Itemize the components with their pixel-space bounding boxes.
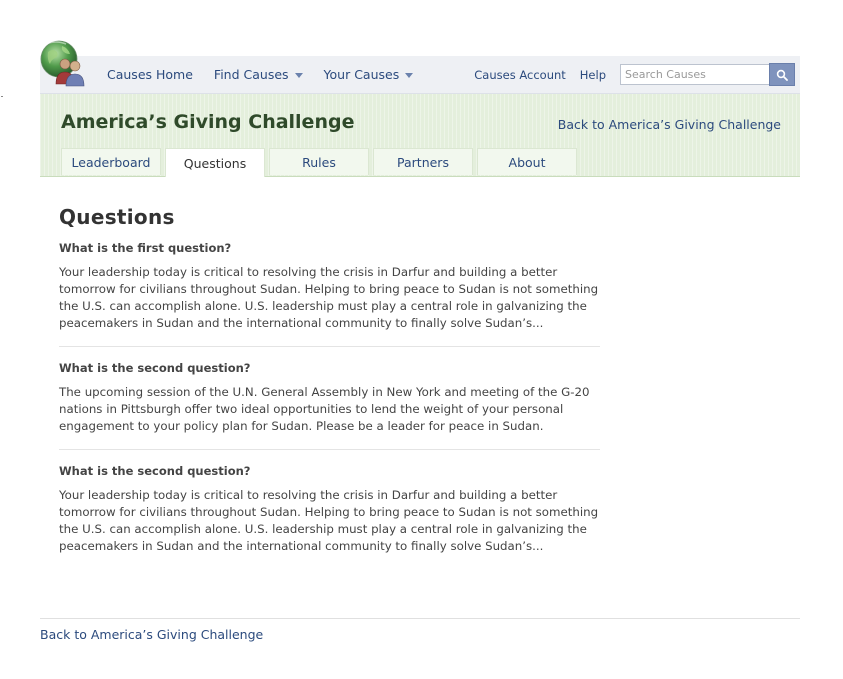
back-to-challenge-link[interactable]: Back to America’s Giving Challenge [558, 117, 781, 132]
footer-divider [40, 618, 800, 619]
question-item: What is the second question? The upcomin… [59, 361, 600, 450]
footer-back-link[interactable]: Back to America’s Giving Challenge [40, 627, 263, 642]
nav-causes-home-label: Causes Home [107, 67, 193, 82]
search-box [620, 63, 795, 86]
secondary-nav: Causes Account Help [474, 56, 800, 93]
search-input[interactable] [620, 64, 769, 85]
answer-text: Your leadership today is critical to res… [59, 265, 599, 330]
question-text: What is the first question? [59, 241, 232, 255]
page-title: Questions [59, 205, 175, 229]
challenge-tabs: Leaderboard Questions Rules Partners Abo… [61, 148, 581, 177]
nav-find-causes-label: Find Causes [213, 67, 289, 82]
primary-nav: Causes Home Find Causes Your Causes [107, 56, 434, 93]
causes-account-link[interactable]: Causes Account [474, 68, 566, 82]
tab-rules[interactable]: Rules [269, 148, 369, 175]
chevron-down-icon [405, 73, 414, 78]
tab-partners[interactable]: Partners [373, 148, 473, 175]
chevron-down-icon [294, 73, 303, 78]
nav-your-causes[interactable]: Your Causes [324, 67, 414, 82]
tab-leaderboard[interactable]: Leaderboard [61, 148, 161, 175]
top-navigation-bar: Causes Home Find Causes Your Causes Caus… [40, 56, 800, 94]
question-item: What is the first question? Your leaders… [59, 241, 600, 347]
answer-text: Your leadership today is critical to res… [59, 488, 599, 553]
nav-your-causes-label: Your Causes [323, 67, 400, 82]
question-text: What is the second question? [59, 464, 251, 478]
question-text: What is the second question? [59, 361, 251, 375]
tab-about[interactable]: About [477, 148, 577, 175]
challenge-header: America’s Giving Challenge Back to Ameri… [40, 94, 800, 177]
question-item: What is the second question? Your leader… [59, 464, 600, 569]
answer-text: The upcoming session of the U.N. General… [59, 385, 590, 433]
questions-content: Questions What is the first question? Yo… [59, 205, 600, 583]
nav-causes-home[interactable]: Causes Home [107, 67, 193, 82]
search-button[interactable] [769, 63, 795, 86]
search-icon [776, 69, 788, 81]
nav-find-causes[interactable]: Find Causes [214, 67, 303, 82]
help-link[interactable]: Help [580, 68, 606, 82]
tab-questions[interactable]: Questions [165, 148, 265, 177]
challenge-title: America’s Giving Challenge [61, 111, 355, 133]
globe-people-logo-icon[interactable] [40, 40, 88, 88]
stray-mark [1, 96, 3, 97]
